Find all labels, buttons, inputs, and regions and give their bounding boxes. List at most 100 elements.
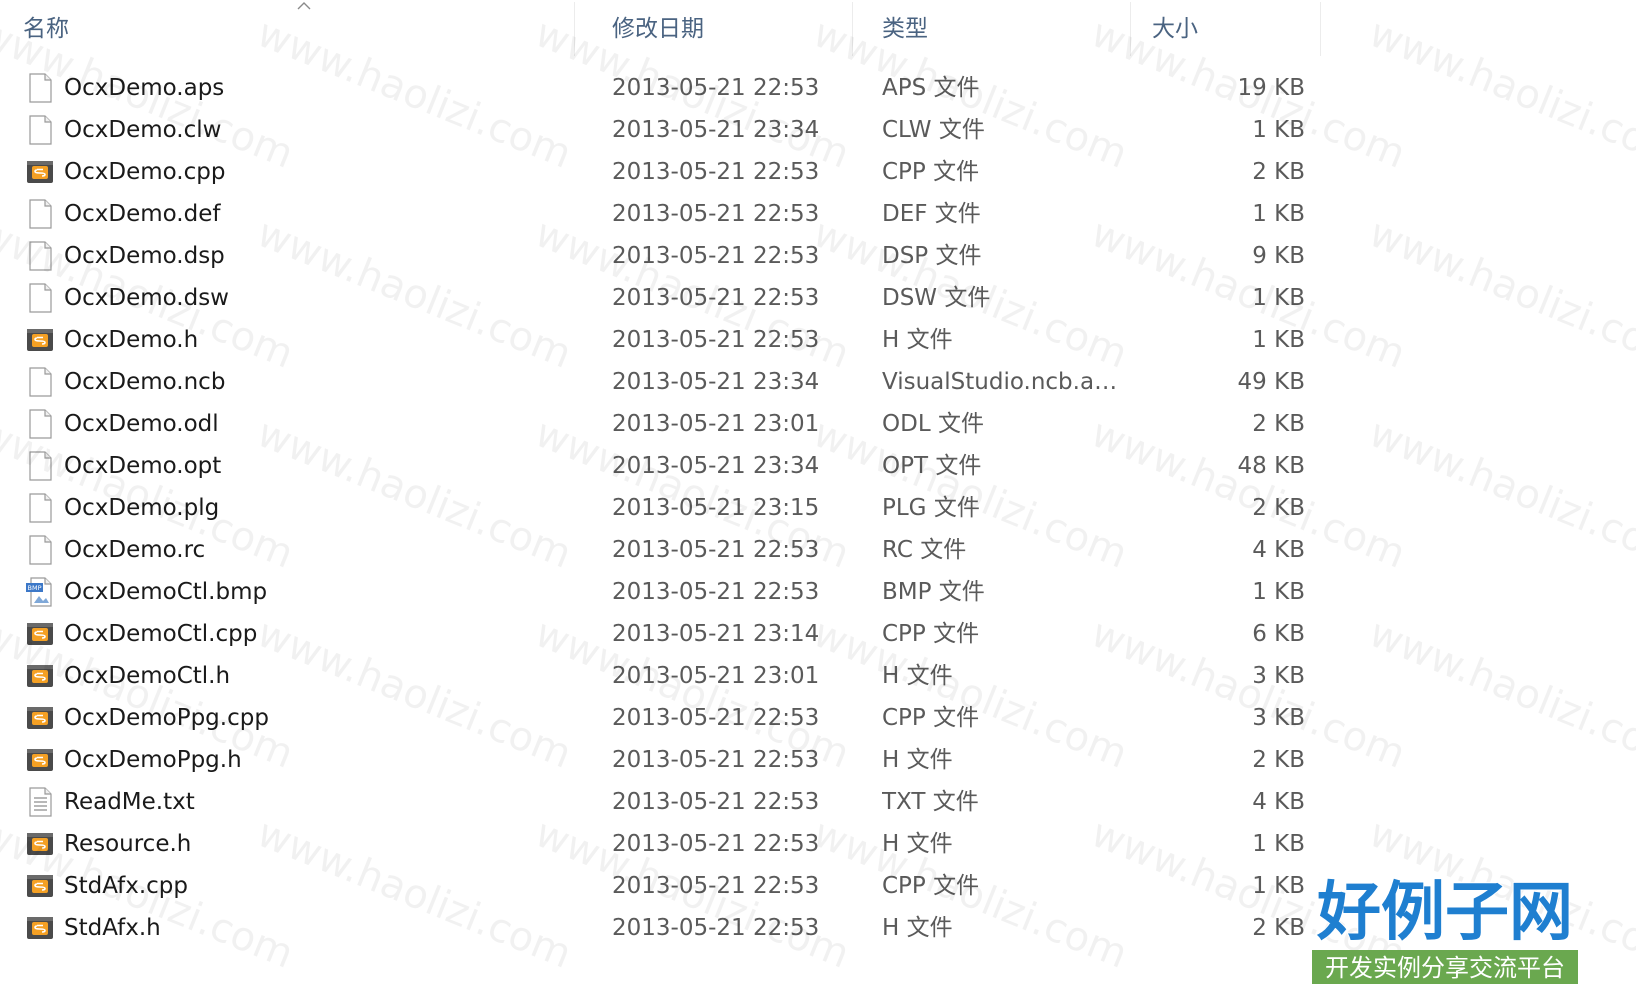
file-name: ReadMe.txt bbox=[64, 789, 195, 815]
file-name: Resource.h bbox=[64, 831, 192, 857]
file-type: TXT 文件 bbox=[882, 789, 979, 815]
file-modified-date: 2013-05-21 22:53 bbox=[612, 705, 820, 731]
file-size: 3 KB bbox=[1252, 663, 1305, 689]
file-name: StdAfx.h bbox=[64, 915, 161, 941]
sublime-file-icon bbox=[26, 913, 54, 943]
file-row[interactable]: OcxDemoPpg.cpp 2013-05-21 22:53 CPP 文件 3 KB bbox=[0, 697, 1320, 739]
file-explorer-window: 名称 修改日期 类型 大小 OcxDemo.aps 2013-05-21 22:5… bbox=[0, 0, 1636, 992]
file-size: 4 KB bbox=[1252, 789, 1305, 815]
file-row[interactable]: OcxDemo.cpp 2013-05-21 22:53 CPP 文件 2 KB bbox=[0, 151, 1320, 193]
logo-subtitle: 开发实例分享交流平台 bbox=[1325, 954, 1565, 982]
file-type: RC 文件 bbox=[882, 537, 967, 563]
file-type: H 文件 bbox=[882, 915, 953, 941]
file-size: 48 KB bbox=[1237, 453, 1305, 479]
column-divider[interactable] bbox=[1320, 2, 1321, 56]
sublime-file-icon bbox=[26, 661, 54, 691]
file-name: OcxDemo.cpp bbox=[64, 159, 226, 185]
file-type: H 文件 bbox=[882, 831, 953, 857]
file-row[interactable]: OcxDemo.clw 2013-05-21 23:34 CLW 文件 1 KB bbox=[0, 109, 1320, 151]
file-type: CPP 文件 bbox=[882, 873, 980, 899]
column-divider[interactable] bbox=[852, 2, 853, 56]
sublime-file-icon bbox=[26, 157, 54, 187]
file-name: OcxDemo.odl bbox=[64, 411, 219, 437]
file-row[interactable]: OcxDemo.plg 2013-05-21 23:15 PLG 文件 2 KB bbox=[0, 487, 1320, 529]
file-name: OcxDemoPpg.cpp bbox=[64, 705, 269, 731]
file-size: 1 KB bbox=[1252, 285, 1305, 311]
file-size: 1 KB bbox=[1252, 117, 1305, 143]
file-name: OcxDemo.def bbox=[64, 201, 221, 227]
file-name: OcxDemo.plg bbox=[64, 495, 220, 521]
file-modified-date: 2013-05-21 22:53 bbox=[612, 873, 820, 899]
file-modified-date: 2013-05-21 22:53 bbox=[612, 789, 820, 815]
file-name: OcxDemoPpg.h bbox=[64, 747, 242, 773]
file-type: OPT 文件 bbox=[882, 453, 982, 479]
file-modified-date: 2013-05-21 22:53 bbox=[612, 159, 820, 185]
file-name: OcxDemo.h bbox=[64, 327, 199, 353]
file-type: APS 文件 bbox=[882, 75, 980, 101]
file-row[interactable]: OcxDemo.dsw 2013-05-21 22:53 DSW 文件 1 KB bbox=[0, 277, 1320, 319]
column-header-bar: 名称 修改日期 类型 大小 bbox=[0, 0, 1636, 60]
file-row[interactable]: OcxDemoPpg.h 2013-05-21 22:53 H 文件 2 KB bbox=[0, 739, 1320, 781]
file-type: CPP 文件 bbox=[882, 621, 980, 647]
file-modified-date: 2013-05-21 22:53 bbox=[612, 327, 820, 353]
file-row[interactable]: OcxDemo.ncb 2013-05-21 23:34 VisualStudio.… bbox=[0, 361, 1320, 403]
file-row[interactable]: OcxDemo.def 2013-05-21 22:53 DEF 文件 1 KB bbox=[0, 193, 1320, 235]
file-type: DSW 文件 bbox=[882, 285, 991, 311]
file-modified-date: 2013-05-21 23:01 bbox=[612, 663, 820, 689]
file-modified-date: 2013-05-21 22:53 bbox=[612, 747, 820, 773]
bmp-file-icon: BMP bbox=[26, 577, 54, 607]
file-size: 6 KB bbox=[1252, 621, 1305, 647]
column-divider[interactable] bbox=[574, 2, 575, 56]
file-type: CLW 文件 bbox=[882, 117, 985, 143]
file-size: 1 KB bbox=[1252, 327, 1305, 353]
file-name: OcxDemoCtl.h bbox=[64, 663, 231, 689]
file-row[interactable]: OcxDemo.rc 2013-05-21 22:53 RC 文件 4 KB bbox=[0, 529, 1320, 571]
file-size: 1 KB bbox=[1252, 579, 1305, 605]
file-type: H 文件 bbox=[882, 747, 953, 773]
file-name: OcxDemoCtl.bmp bbox=[64, 579, 268, 605]
file-modified-date: 2013-05-21 23:34 bbox=[612, 117, 820, 143]
sublime-file-icon bbox=[26, 745, 54, 775]
file-type: DEF 文件 bbox=[882, 201, 981, 227]
sublime-file-icon bbox=[26, 325, 54, 355]
watermark-text: www.haolizi.com bbox=[1362, 210, 1636, 378]
text-file-icon bbox=[26, 787, 54, 817]
file-size: 49 KB bbox=[1237, 369, 1305, 395]
column-header-date[interactable]: 修改日期 bbox=[612, 0, 704, 58]
file-modified-date: 2013-05-21 22:53 bbox=[612, 285, 820, 311]
file-row[interactable]: OcxDemo.h 2013-05-21 22:53 H 文件 1 KB bbox=[0, 319, 1320, 361]
file-size: 2 KB bbox=[1252, 411, 1305, 437]
file-row[interactable]: Resource.h 2013-05-21 22:53 H 文件 1 KB bbox=[0, 823, 1320, 865]
file-name: OcxDemo.ncb bbox=[64, 369, 226, 395]
file-row[interactable]: ReadMe.txt 2013-05-21 22:53 TXT 文件 4 KB bbox=[0, 781, 1320, 823]
file-type: BMP 文件 bbox=[882, 579, 985, 605]
logo-title: 好例子网 bbox=[1316, 876, 1573, 950]
file-type: ODL 文件 bbox=[882, 411, 984, 437]
column-divider[interactable] bbox=[1130, 2, 1131, 56]
file-modified-date: 2013-05-21 23:34 bbox=[612, 369, 820, 395]
file-row[interactable]: StdAfx.cpp 2013-05-21 22:53 CPP 文件 1 KB bbox=[0, 865, 1320, 907]
file-row[interactable]: OcxDemoCtl.h 2013-05-21 23:01 H 文件 3 KB bbox=[0, 655, 1320, 697]
file-row[interactable]: OcxDemo.odl 2013-05-21 23:01 ODL 文件 2 KB bbox=[0, 403, 1320, 445]
column-header-type[interactable]: 类型 bbox=[882, 0, 928, 58]
sublime-file-icon bbox=[26, 829, 54, 859]
file-row[interactable]: OcxDemoCtl.cpp 2013-05-21 23:14 CPP 文件 6 KB bbox=[0, 613, 1320, 655]
blank-file-icon bbox=[26, 451, 54, 481]
file-type: CPP 文件 bbox=[882, 705, 980, 731]
svg-text:BMP: BMP bbox=[28, 584, 42, 592]
file-row[interactable]: BMP OcxDemoCtl.bmp 2013-05-21 22:53 BMP 文件 1… bbox=[0, 571, 1320, 613]
file-row[interactable]: OcxDemo.dsp 2013-05-21 22:53 DSP 文件 9 KB bbox=[0, 235, 1320, 277]
file-row[interactable]: StdAfx.h 2013-05-21 22:53 H 文件 2 KB bbox=[0, 907, 1320, 949]
file-size: 1 KB bbox=[1252, 831, 1305, 857]
file-modified-date: 2013-05-21 22:53 bbox=[612, 831, 820, 857]
column-header-name[interactable]: 名称 bbox=[23, 0, 69, 58]
watermark-text: www.haolizi.com bbox=[1362, 610, 1636, 778]
file-row[interactable]: OcxDemo.aps 2013-05-21 22:53 APS 文件 19 KB bbox=[0, 67, 1320, 109]
file-type: H 文件 bbox=[882, 327, 953, 353]
file-row[interactable]: OcxDemo.opt 2013-05-21 23:34 OPT 文件 48 KB bbox=[0, 445, 1320, 487]
blank-file-icon bbox=[26, 409, 54, 439]
sort-ascending-icon[interactable] bbox=[297, 1, 311, 11]
file-name: OcxDemo.opt bbox=[64, 453, 222, 479]
column-header-size[interactable]: 大小 bbox=[1152, 0, 1198, 58]
file-type: VisualStudio.ncb.a0... bbox=[882, 369, 1127, 395]
